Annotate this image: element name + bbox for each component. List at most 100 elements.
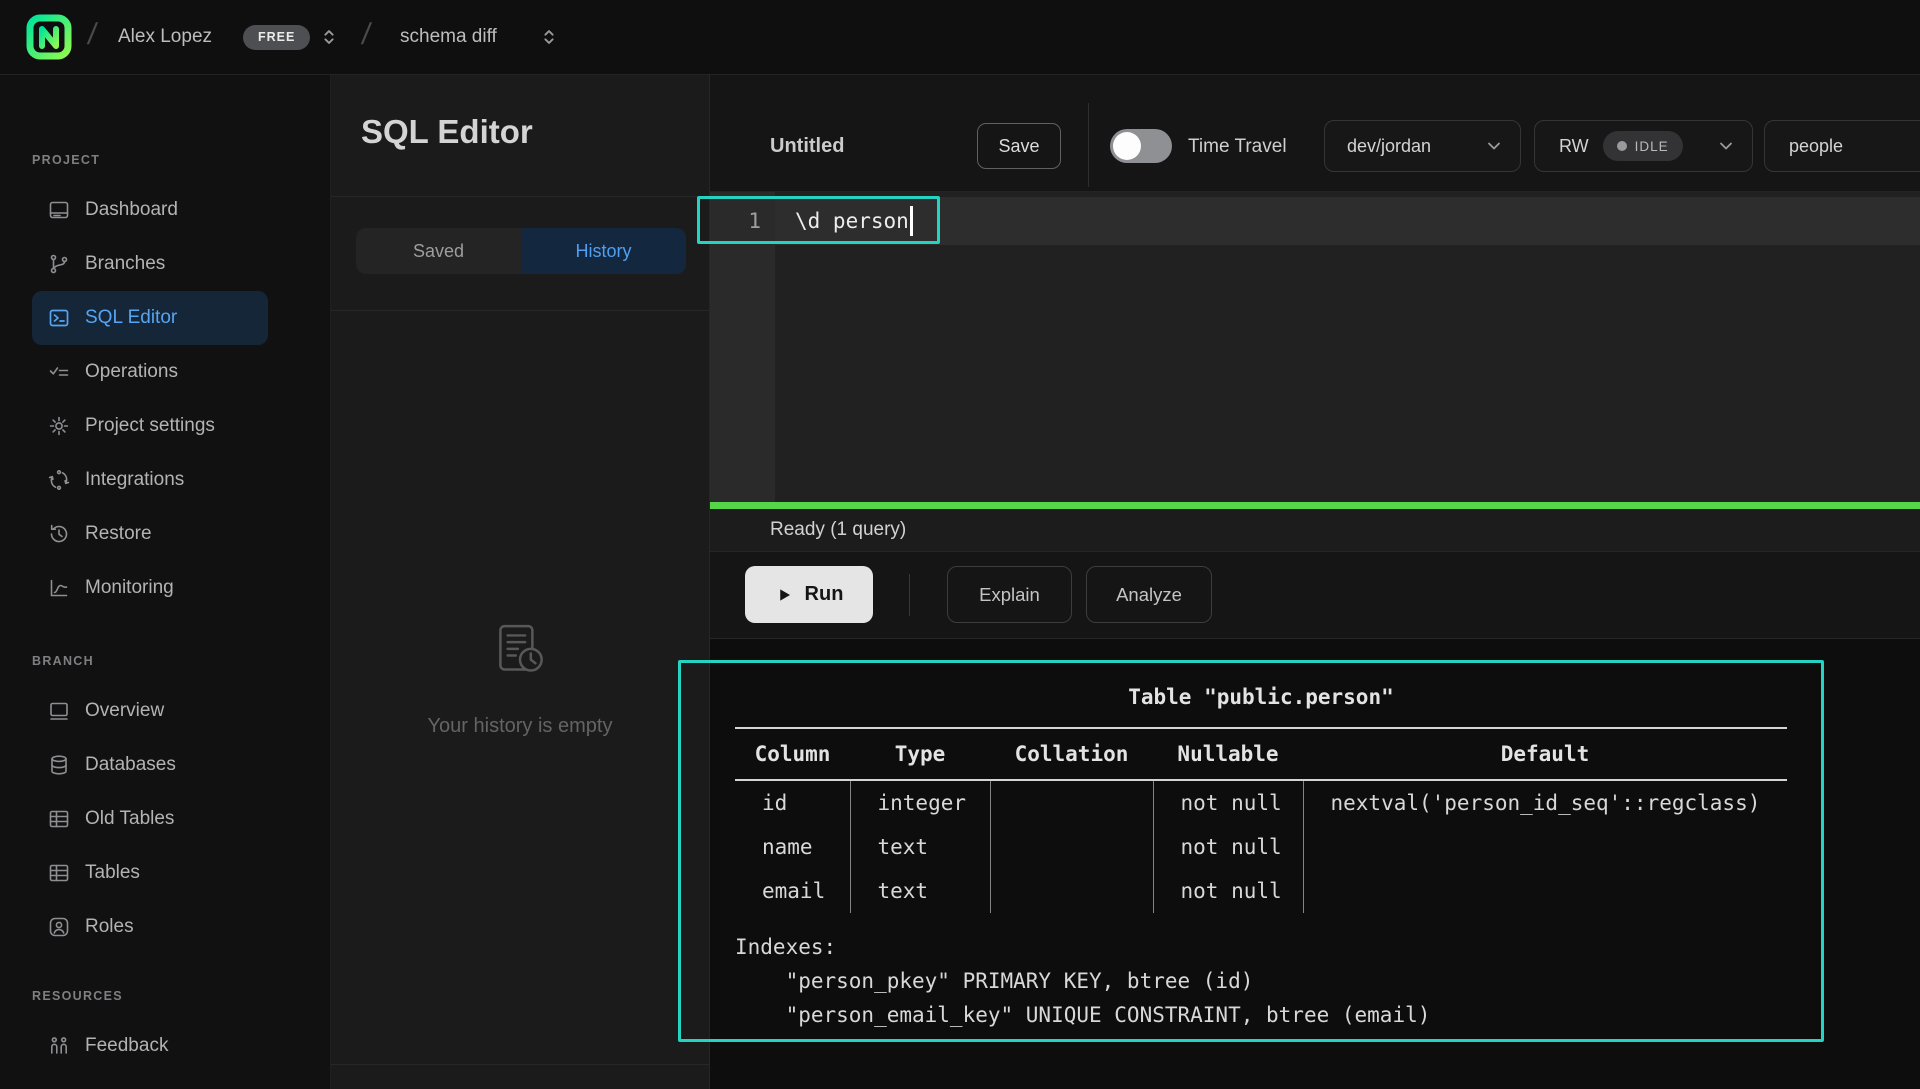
sidebar-item-roles[interactable]: Roles [32,900,268,954]
column-header: Default [1303,728,1787,780]
sidebar-item-label: Old Tables [85,808,174,830]
divider [909,574,910,616]
tab-saved[interactable]: Saved [356,228,521,274]
column-header: Nullable [1153,728,1303,780]
sql-editor-panel: SQL Editor Saved History Your history is… [330,75,710,1089]
analyze-button[interactable]: Analyze [1086,566,1212,623]
table-row: email text not null [735,869,1787,913]
sidebar-item-old-tables[interactable]: Old Tables [32,792,268,846]
section-label-resources: RESOURCES [32,989,330,1003]
sidebar-item-restore[interactable]: Restore [32,507,268,561]
overview-icon [47,699,71,723]
org-switcher-icon[interactable] [318,26,340,48]
sidebar-item-label: Databases [85,754,176,776]
sql-editor-icon [47,306,71,330]
gear-icon [47,414,71,438]
sidebar-item-overview[interactable]: Overview [32,684,268,738]
code-text: \d person [795,209,909,233]
project-switcher-icon[interactable] [538,26,560,48]
editor-main: Untitled Save Time Travel dev/jordan RW … [710,75,1920,1089]
dashboard-icon [47,198,71,222]
compute-select[interactable]: RW IDLE [1534,120,1753,172]
cell: integer [850,780,990,825]
sidebar-item-monitoring[interactable]: Monitoring [32,561,268,615]
plan-badge: FREE [243,25,310,50]
status-dot-icon [1617,141,1627,151]
cell [990,780,1153,825]
section-label-project: PROJECT [32,153,330,167]
breadcrumb-org[interactable]: Alex Lopez [118,26,212,48]
empty-history-text: Your history is empty [331,715,709,738]
sidebar-item-integrations[interactable]: Integrations [32,453,268,507]
time-travel-toggle[interactable] [1110,129,1172,163]
column-header: Type [850,728,990,780]
section-label-branch: BRANCH [32,654,330,668]
column-header: Column [735,728,850,780]
cell [990,825,1153,869]
database-select[interactable]: people [1764,120,1920,172]
compute-status: IDLE [1635,139,1669,154]
breadcrumb-separator: / [86,18,99,52]
cell: text [850,869,990,913]
sidebar-item-label: Branches [85,253,165,275]
divider [331,1064,709,1065]
feedback-icon [47,1034,71,1058]
monitoring-icon [47,576,71,600]
sidebar-item-label: Feedback [85,1035,168,1057]
cell: text [850,825,990,869]
sidebar-item-branches[interactable]: Branches [32,237,268,291]
saved-history-tabs: Saved History [356,228,686,274]
cell [1303,825,1787,869]
sidebar-item-project-settings[interactable]: Project settings [32,399,268,453]
explain-button[interactable]: Explain [947,566,1072,623]
table-row: id integer not null nextval('person_id_s… [735,780,1787,825]
cell: email [735,869,850,913]
integrations-icon [47,468,71,492]
query-progress-bar [710,502,1920,509]
sidebar-item-databases[interactable]: Databases [32,738,268,792]
column-header: Collation [990,728,1153,780]
neon-logo[interactable] [25,13,73,61]
branch-select[interactable]: dev/jordan [1324,120,1521,172]
cell: not null [1153,780,1303,825]
sidebar-item-label: Monitoring [85,577,174,599]
sidebar-item-dashboard[interactable]: Dashboard [32,183,268,237]
query-results: Table "public.person" Column Type Collat… [710,639,1920,1089]
roles-icon [47,915,71,939]
table-icon [47,861,71,885]
run-label: Run [805,583,844,606]
line-number: 1 [710,209,775,233]
save-button[interactable]: Save [977,123,1061,169]
tab-history[interactable]: History [521,228,686,274]
cell [990,869,1153,913]
sidebar-item-tables[interactable]: Tables [32,846,268,900]
sidebar-item-feedback[interactable]: Feedback [32,1019,268,1073]
sidebar-item-label: SQL Editor [85,307,177,329]
result-header-row: Column Type Collation Nullable Default [735,728,1787,780]
sidebar-item-label: Operations [85,361,178,383]
table-row: name text not null [735,825,1787,869]
divider [331,196,709,197]
toggle-knob [1113,132,1141,160]
indexes-label: Indexes: [735,935,836,959]
editor-toolbar: Untitled Save Time Travel dev/jordan RW … [710,75,1920,192]
sidebar: PROJECT Dashboard Branches [0,75,330,1089]
cell: id [735,780,850,825]
index-line: "person_email_key" UNIQUE CONSTRAINT, bt… [735,1003,1430,1027]
psql-output: Table "public.person" Column Type Collat… [735,685,1787,1032]
operations-icon [47,360,71,384]
cell: not null [1153,869,1303,913]
sql-code-editor[interactable]: 1 \d person [710,192,1920,502]
time-travel-label: Time Travel [1188,136,1287,158]
query-name[interactable]: Untitled [770,135,844,158]
sidebar-item-sql-editor[interactable]: SQL Editor [32,291,268,345]
run-button[interactable]: Run [745,566,873,623]
sidebar-item-operations[interactable]: Operations [32,345,268,399]
branches-icon [47,252,71,276]
page-title: SQL Editor [361,113,533,151]
restore-icon [47,522,71,546]
cell: not null [1153,825,1303,869]
breadcrumb-separator: / [360,18,373,52]
chevron-down-icon [1716,136,1736,156]
breadcrumb-project[interactable]: schema diff [400,26,497,48]
